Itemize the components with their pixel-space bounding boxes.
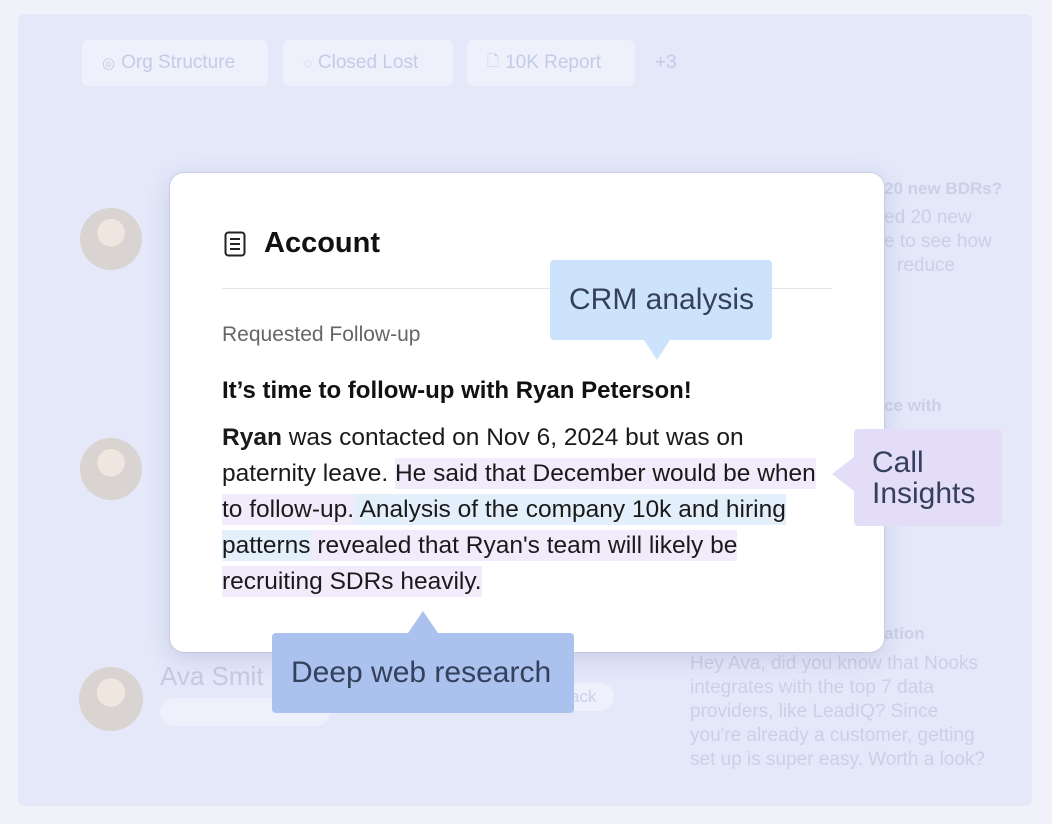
chip-closed-lost[interactable]: ◌ Closed Lost (283, 40, 453, 86)
question-text-line: e to see how (884, 231, 992, 252)
question-text-line: reduce (897, 255, 956, 276)
section-label: Requested Follow-up (222, 323, 421, 346)
deep-web-research-callout: Deep web research (272, 611, 574, 713)
question-text-line: ed 20 new (884, 207, 972, 228)
document-icon (224, 231, 246, 256)
avatar (80, 208, 142, 270)
chip-10k-report[interactable]: 🗋 10K Report (467, 40, 635, 86)
callout-pointer (644, 340, 670, 360)
callout-label: Insights (872, 476, 976, 510)
callout-pointer (408, 611, 438, 633)
contact-name: Ava Smit (160, 661, 264, 691)
crm-analysis-callout: CRM analysis (550, 260, 772, 360)
message-body: Ryan was contacted on Nov 6, 2024 but wa… (222, 420, 834, 600)
question-title: ation (884, 624, 925, 643)
callout-label: CRM analysis (569, 283, 755, 316)
org-structure-icon: ◎ (102, 55, 116, 72)
question-title: ce with (884, 396, 942, 415)
callout-label: Deep web research (291, 656, 552, 689)
call-insights-callout: Call Insights (832, 429, 1002, 526)
message-preview-line: Hey Ava, did you know that Nooks (690, 653, 978, 674)
document-icon: 🗋 (487, 52, 500, 70)
chip-label: Closed Lost (317, 52, 419, 73)
message-title: It’s time to follow-up with Ryan Peterso… (222, 377, 692, 404)
avatar (79, 667, 143, 731)
card-header: Account (224, 227, 380, 260)
avatar (80, 438, 142, 500)
message-preview-line: integrates with the top 7 data (690, 677, 934, 698)
callout-label: Call (872, 445, 924, 479)
closed-lost-icon: ◌ (303, 54, 312, 72)
contact-first-name: Ryan (222, 424, 282, 451)
message-preview-line: set up is super easy. Worth a look? (690, 749, 986, 770)
message-preview-line: you're already a customer, getting (690, 725, 975, 746)
question-title: 20 new BDRs? (884, 179, 1003, 198)
message-preview-line: providers, like LeadIQ? Since (690, 701, 939, 722)
card-title: Account (264, 227, 380, 259)
chip-label: 10K Report (505, 52, 602, 73)
more-chips-count[interactable]: +3 (655, 52, 677, 74)
account-card: Account Requested Follow-up It’s time to… (170, 173, 884, 652)
callout-pointer (832, 457, 854, 491)
chip-label: Org Structure (121, 52, 236, 73)
chip-org-structure[interactable]: ◎ Org Structure (82, 40, 268, 86)
